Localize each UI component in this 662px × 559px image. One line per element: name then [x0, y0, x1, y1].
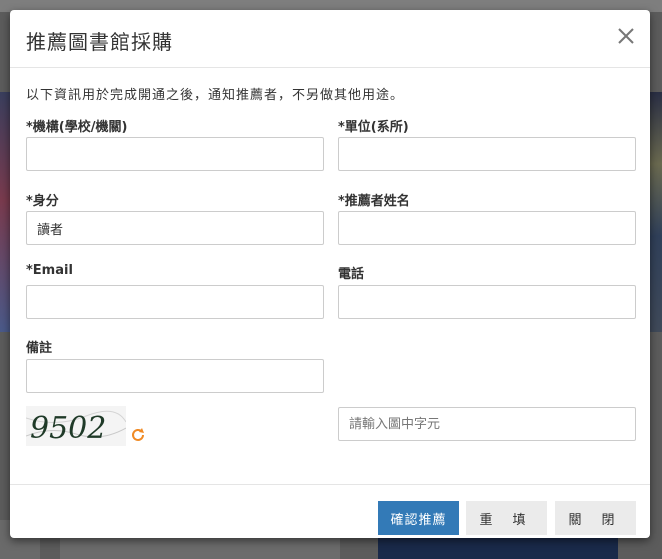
- close-button[interactable]: 關閉: [555, 501, 636, 535]
- recommender-name-label: *推薦者姓名: [338, 194, 410, 209]
- captcha-image: 9502: [26, 406, 126, 446]
- reset-button[interactable]: 重填: [466, 501, 547, 535]
- phone-input[interactable]: [338, 285, 636, 319]
- dialog-title: 推薦圖書館採購: [26, 30, 173, 54]
- captcha-input[interactable]: [338, 407, 636, 441]
- email-label: *Email: [26, 263, 73, 278]
- confirm-button[interactable]: 確認推薦: [378, 501, 459, 535]
- refresh-icon[interactable]: [130, 427, 146, 443]
- dialog-footer: 確認推薦 重填 關閉: [10, 484, 650, 538]
- recommend-dialog: 推薦圖書館採購 以下資訊用於完成開通之後，通知推薦者，不另做其他用途。 *機構(…: [10, 10, 650, 538]
- captcha-text: 9502: [30, 411, 106, 446]
- background-book-cover-right: [650, 92, 662, 332]
- privacy-notice: 以下資訊用於完成開通之後，通知推薦者，不另做其他用途。: [26, 88, 405, 103]
- close-icon[interactable]: [614, 24, 638, 48]
- phone-label: 電話: [338, 267, 365, 282]
- identity-input[interactable]: [26, 211, 324, 245]
- recommender-name-input[interactable]: [338, 211, 636, 245]
- dialog-header: 推薦圖書館採購: [10, 10, 650, 68]
- remarks-label: 備註: [26, 341, 53, 356]
- department-label: *單位(系所): [338, 120, 409, 135]
- institution-input[interactable]: [26, 137, 324, 171]
- department-input[interactable]: [338, 137, 636, 171]
- email-input[interactable]: [26, 285, 324, 319]
- identity-label: *身分: [26, 194, 59, 209]
- institution-label: *機構(學校/機關): [26, 120, 128, 135]
- remarks-input[interactable]: [26, 359, 324, 393]
